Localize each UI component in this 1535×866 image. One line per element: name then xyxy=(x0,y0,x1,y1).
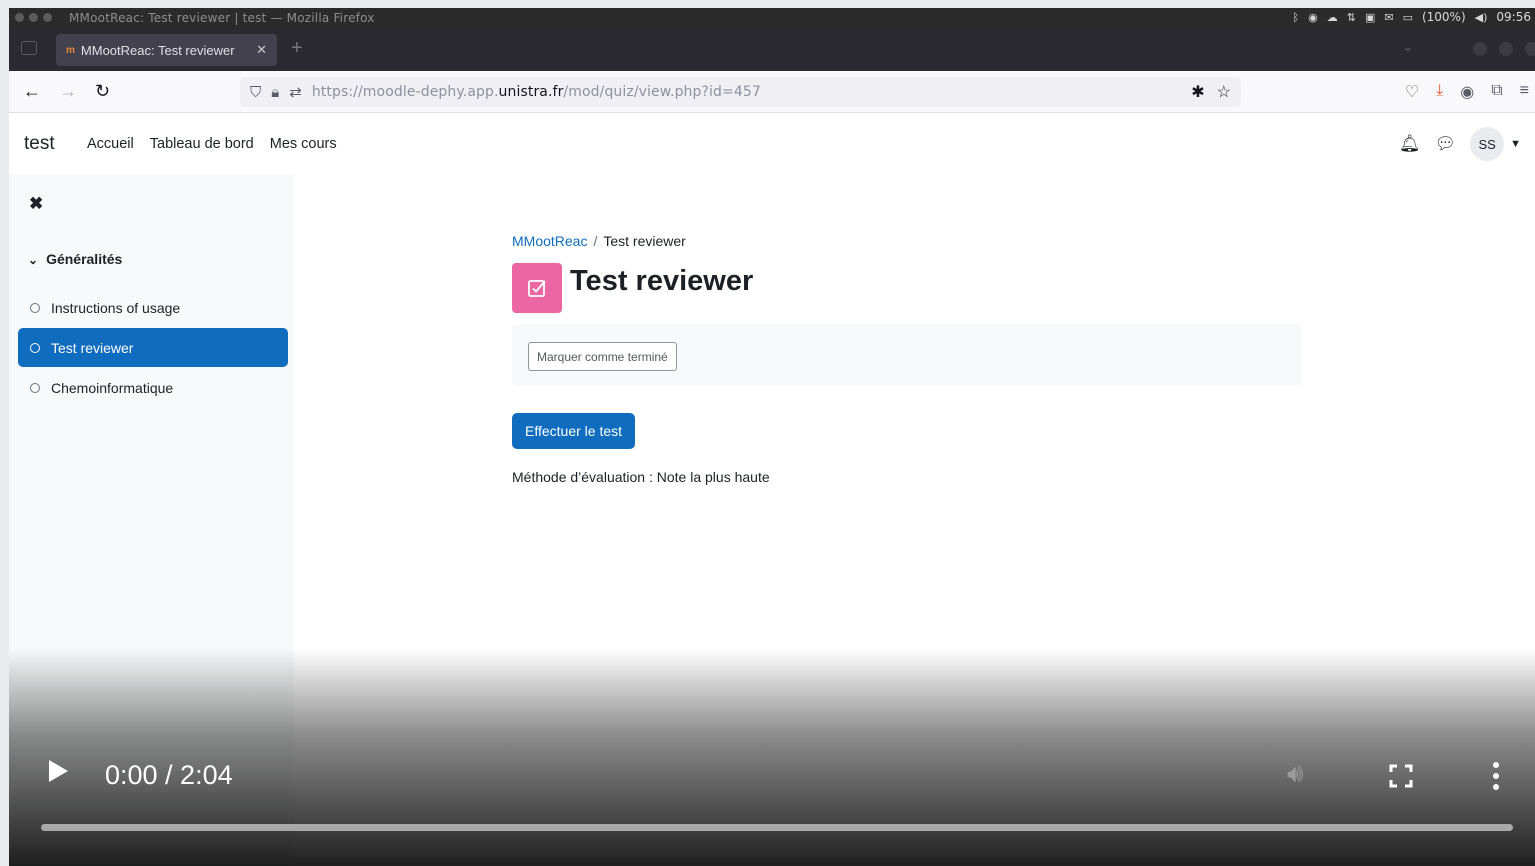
video-progress-bar[interactable] xyxy=(41,824,1513,831)
breadcrumb-current: Test reviewer xyxy=(603,233,686,249)
user-avatar[interactable]: SS xyxy=(1470,127,1505,161)
download-icon[interactable]: ⤓ xyxy=(1436,82,1443,102)
weather-icon[interactable]: ☁ xyxy=(1327,11,1338,24)
permissions-icon[interactable]: ⇄ xyxy=(289,83,302,101)
mail-icon[interactable]: ✉ xyxy=(1384,11,1393,24)
breadcrumb: MMootReac / Test reviewer xyxy=(512,233,686,249)
back-icon[interactable]: ← xyxy=(23,80,41,102)
chevron-down-icon: ⌄ xyxy=(28,253,39,267)
fullscreen-icon[interactable] xyxy=(1389,764,1413,788)
pocket-icon[interactable]: ♡ xyxy=(1405,82,1419,102)
menu-icon[interactable]: ≡ xyxy=(1520,82,1529,102)
url-bar[interactable]: ⛉ 🔒︎ ⇄ https://moodle-dephy.app.unistra.… xyxy=(240,77,1241,107)
grading-method-text: Méthode d’évaluation : Note la plus haut… xyxy=(512,469,770,485)
course-index-item[interactable]: Instructions of usage xyxy=(18,288,288,327)
nav-dashboard[interactable]: Tableau de bord xyxy=(150,136,254,152)
clock[interactable]: 09:56 xyxy=(1496,10,1531,24)
battery-level: (100%) xyxy=(1421,10,1466,24)
forward-icon[interactable]: → xyxy=(59,80,77,102)
completion-circle-icon xyxy=(30,302,40,313)
lock-icon[interactable]: 🔒︎ xyxy=(271,84,279,101)
more-options-icon[interactable] xyxy=(1493,762,1499,790)
tab-strip: m MMootReac: Test reviewer ✕ + ⌄ xyxy=(9,28,1535,71)
course-index-item-label: Instructions of usage xyxy=(51,299,181,316)
attempt-quiz-button[interactable]: Effectuer le test xyxy=(512,413,636,449)
nav-home[interactable]: Accueil xyxy=(87,136,134,152)
url-text[interactable]: https://moodle-dephy.app.unistra.fr/mod/… xyxy=(312,84,761,100)
video-time: 0:00 / 2:04 xyxy=(105,760,233,790)
window-buttons[interactable] xyxy=(1473,42,1535,56)
site-brand[interactable]: test xyxy=(24,133,55,155)
window-title: MMootReac: Test reviewer | test — Mozill… xyxy=(69,11,375,25)
bookmark-star-icon[interactable]: ☆ xyxy=(1217,82,1231,102)
reload-icon[interactable]: ↻ xyxy=(95,80,110,102)
nav-bar: ← → ↻ ⛉ 🔒︎ ⇄ https://moodle-dephy.app.un… xyxy=(9,71,1535,113)
section-header[interactable]: ⌄ Généralités xyxy=(28,251,122,267)
notification-bell-icon[interactable]: 🔔︎ xyxy=(1399,134,1421,154)
url-domain: unistra.fr xyxy=(498,84,564,100)
window-titlebar: MMootReac: Test reviewer | test — Mozill… xyxy=(9,8,1535,28)
play-icon[interactable] xyxy=(49,760,68,782)
video-controls-gradient xyxy=(9,648,1535,866)
volume-icon[interactable]: 🔊︎ xyxy=(1287,758,1303,790)
breadcrumb-course-link[interactable]: MMootReac xyxy=(512,233,587,249)
tab-close-icon[interactable]: ✕ xyxy=(256,42,267,58)
course-index-item-active[interactable]: Test reviewer xyxy=(18,328,288,367)
bluetooth-icon[interactable]: ᛒ xyxy=(1293,11,1300,24)
browser-tab[interactable]: m MMootReac: Test reviewer ✕ xyxy=(56,34,277,66)
quiz-icon xyxy=(512,263,562,313)
dropbox-icon[interactable]: ◉ xyxy=(1308,11,1318,24)
page-title: Test reviewer xyxy=(570,265,754,297)
bug-icon[interactable]: ✱ xyxy=(1191,82,1204,102)
close-drawer-icon[interactable]: ✖ xyxy=(29,194,43,214)
site-header: test Accueil Tableau de bord Mes cours 🔔… xyxy=(9,114,1535,174)
moodle-favicon-icon: m xyxy=(66,44,75,56)
course-index-item-label: Test reviewer xyxy=(51,339,134,356)
battery-icon[interactable]: ▭ xyxy=(1403,11,1413,24)
toolbar-icons: ♡ ⤓ ◉ ⧉ ≡ xyxy=(1405,82,1529,102)
nav-my-courses[interactable]: Mes cours xyxy=(270,136,337,152)
primary-nav: Accueil Tableau de bord Mes cours xyxy=(87,136,337,152)
tab-label: MMootReac: Test reviewer xyxy=(80,42,235,58)
mark-as-done-button[interactable]: Marquer comme terminé xyxy=(528,342,677,371)
screen-frame: MMootReac: Test reviewer | test — Mozill… xyxy=(9,8,1535,866)
network-icon[interactable]: ⇅ xyxy=(1347,11,1356,24)
volume-icon[interactable]: ◀) xyxy=(1475,11,1488,24)
user-menu-chevron-icon[interactable]: ▼ xyxy=(1510,138,1521,150)
messages-icon[interactable]: 💬︎ xyxy=(1435,134,1457,154)
window-controls[interactable] xyxy=(15,13,52,22)
course-index-item[interactable]: Chemoinformatique xyxy=(18,368,288,407)
extensions-icon[interactable]: ⧉ xyxy=(1491,82,1502,102)
shield-icon[interactable]: ⛉ xyxy=(250,84,261,101)
section-title: Généralités xyxy=(46,251,123,267)
keyboard-layout-icon[interactable]: ▣ xyxy=(1365,11,1375,24)
system-tray: ᛒ ◉ ☁ ⇅ ▣ ✉ ▭ (100%) ◀) 09:56 xyxy=(1293,10,1532,24)
tab-list-icon[interactable] xyxy=(21,41,37,55)
completion-panel: Marquer comme terminé xyxy=(512,324,1302,386)
account-icon[interactable]: ◉ xyxy=(1460,82,1474,102)
completion-circle-icon xyxy=(30,382,40,393)
tab-overflow-chevron-icon[interactable]: ⌄ xyxy=(1402,38,1414,55)
course-index-item-label: Chemoinformatique xyxy=(51,379,174,396)
new-tab-icon[interactable]: + xyxy=(291,37,303,60)
completion-circle-icon xyxy=(30,342,40,353)
